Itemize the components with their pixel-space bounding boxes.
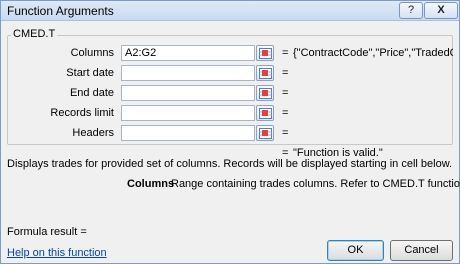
close-button[interactable]: X (424, 2, 458, 19)
function-description: Displays trades for provided set of colu… (7, 158, 453, 170)
end-date-collapse-button[interactable] (256, 85, 274, 101)
columns-input[interactable]: A2:G2 (121, 45, 255, 61)
ok-button[interactable]: OK (327, 240, 384, 261)
end-date-equals: = (282, 87, 289, 99)
range-select-icon (259, 68, 272, 79)
columns-equals: = (282, 47, 289, 59)
range-select-icon (259, 128, 272, 139)
title-bar[interactable]: Function Arguments ? X (1, 1, 459, 21)
records-limit-equals: = (282, 107, 289, 119)
start-date-input[interactable] (121, 65, 255, 81)
function-name: CMED.T (11, 28, 58, 40)
arg-label-start-date: Start date (66, 67, 114, 79)
headers-equals: = (282, 127, 289, 139)
arg-label-headers: Headers (72, 127, 114, 139)
cancel-button[interactable]: Cancel (390, 240, 453, 261)
argument-help-text: Range containing trades columns. Refer t… (171, 178, 460, 190)
arg-label-columns: Columns (70, 47, 114, 59)
function-arguments-dialog: Function Arguments ? X CMED.T Columns A2… (0, 0, 460, 264)
argument-help-name: Columns (127, 178, 175, 190)
dialog-title: Function Arguments (7, 4, 114, 18)
columns-result-preview: {"ContractCode","Price","TradedQua... (293, 47, 453, 59)
range-select-icon (259, 88, 272, 99)
records-limit-input[interactable] (121, 105, 255, 121)
help-on-function-link[interactable]: Help on this function (7, 247, 107, 259)
range-select-icon (259, 108, 272, 119)
start-date-equals: = (282, 67, 289, 79)
headers-input[interactable] (121, 125, 255, 141)
records-limit-collapse-button[interactable] (256, 105, 274, 121)
start-date-collapse-button[interactable] (256, 65, 274, 81)
end-date-input[interactable] (121, 85, 255, 101)
help-button[interactable]: ? (399, 2, 423, 19)
headers-collapse-button[interactable] (256, 125, 274, 141)
columns-collapse-button[interactable] (256, 45, 274, 61)
formula-result-label: Formula result = (7, 226, 87, 238)
range-select-icon (259, 48, 272, 59)
arg-label-records-limit: Records limit (50, 107, 114, 119)
arg-label-end-date: End date (69, 87, 114, 99)
